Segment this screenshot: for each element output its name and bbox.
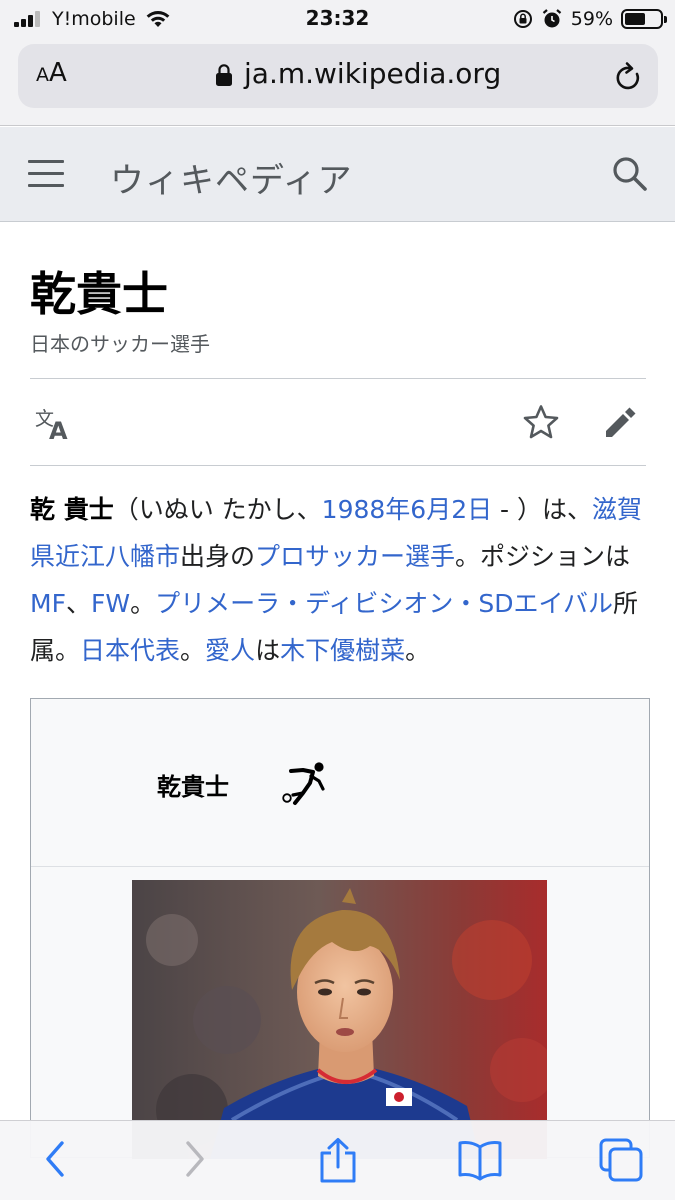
- soccer-player-icon: [282, 762, 325, 805]
- url-text[interactable]: ja.m.wikipedia.org: [244, 57, 501, 90]
- browser-toolbar: [0, 1120, 675, 1200]
- reload-icon[interactable]: [612, 60, 644, 94]
- profession-link[interactable]: プロサッカー選手: [255, 542, 455, 571]
- text-size-button[interactable]: AA: [36, 58, 67, 88]
- battery-icon: [621, 9, 667, 29]
- position-fw-link[interactable]: FW: [91, 589, 130, 618]
- back-icon[interactable]: [40, 1137, 70, 1181]
- page-subtitle: 日本のサッカー選手: [30, 332, 210, 356]
- edit-pencil-icon[interactable]: [602, 405, 638, 441]
- alarm-icon: [542, 9, 561, 28]
- watch-star-icon[interactable]: [522, 404, 560, 440]
- forward-icon[interactable]: [180, 1137, 210, 1181]
- battery-percent: 59%: [570, 8, 613, 30]
- player-photo[interactable]: [132, 880, 547, 1159]
- position-mf-link[interactable]: MF: [30, 589, 66, 618]
- browser-address-area: AA ja.m.wikipedia.org: [0, 38, 675, 126]
- wiki-header: ウィキペディア: [0, 127, 675, 222]
- infobox-header: 乾貴士: [31, 699, 649, 867]
- divider: [30, 465, 646, 466]
- page-title: 乾貴士: [30, 267, 168, 321]
- club-link[interactable]: プリメーラ・ディビシオン・SDエイバル: [155, 589, 613, 618]
- search-icon[interactable]: [611, 155, 649, 193]
- lead-paragraph: 乾 貴士（いぬい たかし、1988年6月2日 - ）は、滋賀県近江八幡市出身のプ…: [30, 495, 643, 665]
- battery-level-fill: [625, 13, 645, 25]
- divider: [30, 378, 646, 379]
- wikipedia-logo[interactable]: ウィキペディア: [110, 153, 353, 202]
- national-team-link[interactable]: 日本代表: [80, 636, 180, 665]
- bookmarks-icon[interactable]: [457, 1137, 503, 1181]
- language-translate-icon[interactable]: 文 A: [34, 405, 74, 441]
- infobox-name: 乾貴士: [157, 773, 229, 801]
- partner-link[interactable]: 愛人: [205, 636, 255, 665]
- orientation-lock-icon: [513, 10, 532, 28]
- article-subject-name: 乾 貴士: [30, 495, 114, 524]
- lock-icon: [216, 64, 232, 86]
- birthdate-link[interactable]: 1988年6月2日: [322, 495, 492, 524]
- infobox: 乾貴士: [30, 698, 650, 1159]
- share-icon[interactable]: [318, 1137, 358, 1185]
- status-bar: Y!mobile 23:32 59%: [0, 0, 675, 38]
- hamburger-menu-icon[interactable]: [28, 160, 64, 188]
- partner-name-link[interactable]: 木下優樹菜: [280, 636, 405, 665]
- tabs-icon[interactable]: [598, 1137, 644, 1183]
- svg-text:A: A: [49, 417, 68, 441]
- address-bar[interactable]: AA ja.m.wikipedia.org: [18, 44, 658, 108]
